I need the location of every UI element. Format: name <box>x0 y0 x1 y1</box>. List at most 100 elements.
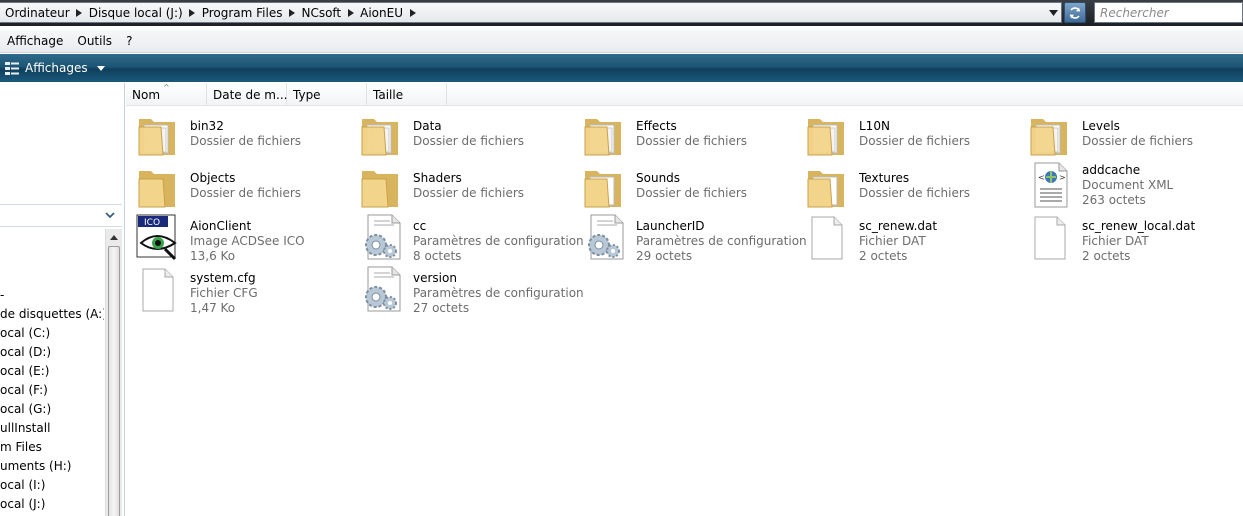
file-name: sc_renew_local.dat <box>1082 219 1196 233</box>
file-tile-aionclient[interactable]: ICO AionClient Image ACDSee ICO 13,6 Ko <box>131 213 353 263</box>
tree-item-drive-f[interactable]: ocal (F:) <box>0 383 48 397</box>
tree-item-drive-c[interactable]: ocal (C:) <box>0 326 50 340</box>
config-file-icon <box>581 213 629 261</box>
breadcrumb-arrow-icon[interactable] <box>408 8 417 17</box>
file-tile-addcache[interactable]: < > addcache Document XML 263 octets <box>1023 161 1243 211</box>
refresh-button[interactable] <box>1064 2 1086 23</box>
file-name: LauncherID <box>636 219 705 233</box>
file-type: Dossier de fichiers <box>413 134 525 148</box>
breadcrumb-label[interactable]: Program Files <box>197 6 288 20</box>
file-type: Paramètres de configuration <box>413 286 584 300</box>
file-tile-data[interactable]: Data Dossier de fichiers <box>354 109 576 159</box>
tree-item-drive-j[interactable]: ocal (J:) <box>0 497 45 511</box>
tree-item-drive-e[interactable]: ocal (E:) <box>0 364 49 378</box>
breadcrumb-program-files[interactable]: Program Files <box>197 3 297 22</box>
file-tile-textures[interactable]: Textures Dossier de fichiers <box>800 161 1022 211</box>
menu-help[interactable]: ? <box>119 34 139 48</box>
file-info: AionClient Image ACDSee ICO 13,6 Ko <box>190 219 305 264</box>
tree-item-documents-h[interactable]: uments (H:) <box>0 459 71 473</box>
breadcrumb-disque-local-j[interactable]: Disque local (J:) <box>84 3 197 22</box>
breadcrumb-ordinateur[interactable]: Ordinateur <box>0 3 84 22</box>
address-bar[interactable]: Ordinateur Disque local (J:) Program Fil… <box>0 2 1062 23</box>
folder-icon <box>358 161 406 209</box>
breadcrumb-aioneu[interactable]: AionEU <box>355 3 417 22</box>
search-input[interactable]: Rechercher <box>1094 2 1243 23</box>
scroll-up-icon[interactable] <box>106 229 122 245</box>
breadcrumb-arrow-icon[interactable] <box>75 8 84 17</box>
menu-affichage[interactable]: Affichage <box>0 34 70 48</box>
column-headers: ^ Nom Date de m... Type Taille <box>126 83 1243 106</box>
scroll-thumb[interactable] <box>108 246 120 516</box>
file-tile-version[interactable]: version Paramètres de configuration 27 o… <box>354 265 584 315</box>
file-info: Effects Dossier de fichiers <box>636 119 747 149</box>
file-tile-sounds[interactable]: Sounds Dossier de fichiers <box>577 161 799 211</box>
file-type: Paramètres de configuration <box>636 234 807 248</box>
file-info: Textures Dossier de fichiers <box>859 171 970 201</box>
file-tile-sc-renew-dat[interactable]: sc_renew.dat Fichier DAT 2 octets <box>800 213 1022 263</box>
breadcrumb-arrow-icon[interactable] <box>287 8 296 17</box>
tree-item-floppy[interactable]: de disquettes (A:) <box>0 307 104 321</box>
address-bar-area: Ordinateur Disque local (J:) Program Fil… <box>0 0 1243 26</box>
file-info: Levels Dossier de fichiers <box>1082 119 1193 149</box>
file-tile-effects[interactable]: Effects Dossier de fichiers <box>577 109 799 159</box>
folders-header[interactable] <box>0 204 122 227</box>
file-tile-cc[interactable]: cc Paramètres de configuration 8 octets <box>354 213 584 263</box>
file-tile-objects[interactable]: Objects Dossier de fichiers <box>131 161 353 211</box>
breadcrumb-label[interactable]: Ordinateur <box>0 6 75 20</box>
file-size: 13,6 Ko <box>190 249 236 263</box>
folder-icon <box>804 109 852 157</box>
file-info: Sounds Dossier de fichiers <box>636 171 747 201</box>
tree-item-drive-d[interactable]: ocal (D:) <box>0 345 51 359</box>
breadcrumb-ncsoft[interactable]: NCsoft <box>296 3 355 22</box>
column-size[interactable]: Taille <box>367 83 447 106</box>
tree-item-drive-i[interactable]: ocal (I:) <box>0 478 45 492</box>
file-size: 27 octets <box>413 301 470 315</box>
tree-item-drive-g[interactable]: ocal (G:) <box>0 402 51 416</box>
column-label: Nom <box>132 87 161 102</box>
file-type: Document XML <box>1082 178 1174 192</box>
config-file-icon <box>358 265 406 313</box>
file-name: Sounds <box>636 171 681 185</box>
column-date-modified[interactable]: Date de m... <box>207 83 287 106</box>
views-icon <box>5 62 19 75</box>
file-name: Levels <box>1082 119 1120 133</box>
svg-text:<: < <box>1038 173 1045 182</box>
config-file-icon <box>358 213 406 261</box>
column-label: Date de m... <box>213 87 288 102</box>
tree-item-program-files[interactable]: m Files <box>0 440 42 454</box>
file-size: 2 octets <box>1082 249 1131 263</box>
file-info: version Paramètres de configuration 27 o… <box>413 271 584 316</box>
file-tile-system-cfg[interactable]: system.cfg Fichier CFG 1,47 Ko <box>131 265 353 315</box>
folder-icon <box>581 161 629 209</box>
folder-icon <box>804 161 852 209</box>
file-tile-shaders[interactable]: Shaders Dossier de fichiers <box>354 161 576 211</box>
breadcrumb-label[interactable]: AionEU <box>355 6 408 20</box>
file-tile-launcherid[interactable]: LauncherID Paramètres de configuration 2… <box>577 213 807 263</box>
file-name: system.cfg <box>190 271 256 285</box>
views-button[interactable]: Affichages <box>0 60 105 76</box>
menu-outils[interactable]: Outils <box>70 34 119 48</box>
breadcrumb-arrow-icon[interactable] <box>188 8 197 17</box>
column-name[interactable]: ^ Nom <box>126 83 207 106</box>
file-type: Dossier de fichiers <box>636 134 748 148</box>
folder-icon <box>1027 109 1075 157</box>
breadcrumb-arrow-icon[interactable] <box>346 8 355 17</box>
breadcrumb-label[interactable]: NCsoft <box>296 6 346 20</box>
file-tile-bin32[interactable]: bin32 Dossier de fichiers <box>131 109 353 159</box>
nav-scrollbar[interactable] <box>105 229 122 516</box>
blank-file-icon <box>804 213 852 261</box>
folder-icon <box>581 109 629 157</box>
column-type[interactable]: Type <box>287 83 367 106</box>
tree-item-fullinstall[interactable]: ullInstall <box>0 421 50 435</box>
file-name: L10N <box>859 119 890 133</box>
file-tile-sc-renew-local-dat[interactable]: sc_renew_local.dat Fichier DAT 2 octets <box>1023 213 1243 263</box>
folder-icon <box>135 161 183 209</box>
file-tile-l10n[interactable]: L10N Dossier de fichiers <box>800 109 1022 159</box>
file-tile-levels[interactable]: Levels Dossier de fichiers <box>1023 109 1243 159</box>
address-dropdown-icon[interactable] <box>1047 7 1059 19</box>
file-info: Shaders Dossier de fichiers <box>413 171 524 201</box>
breadcrumb-label[interactable]: Disque local (J:) <box>84 6 188 20</box>
file-type: Fichier CFG <box>190 286 258 300</box>
file-type: Dossier de fichiers <box>1082 134 1194 148</box>
chevron-down-icon[interactable] <box>104 209 116 221</box>
